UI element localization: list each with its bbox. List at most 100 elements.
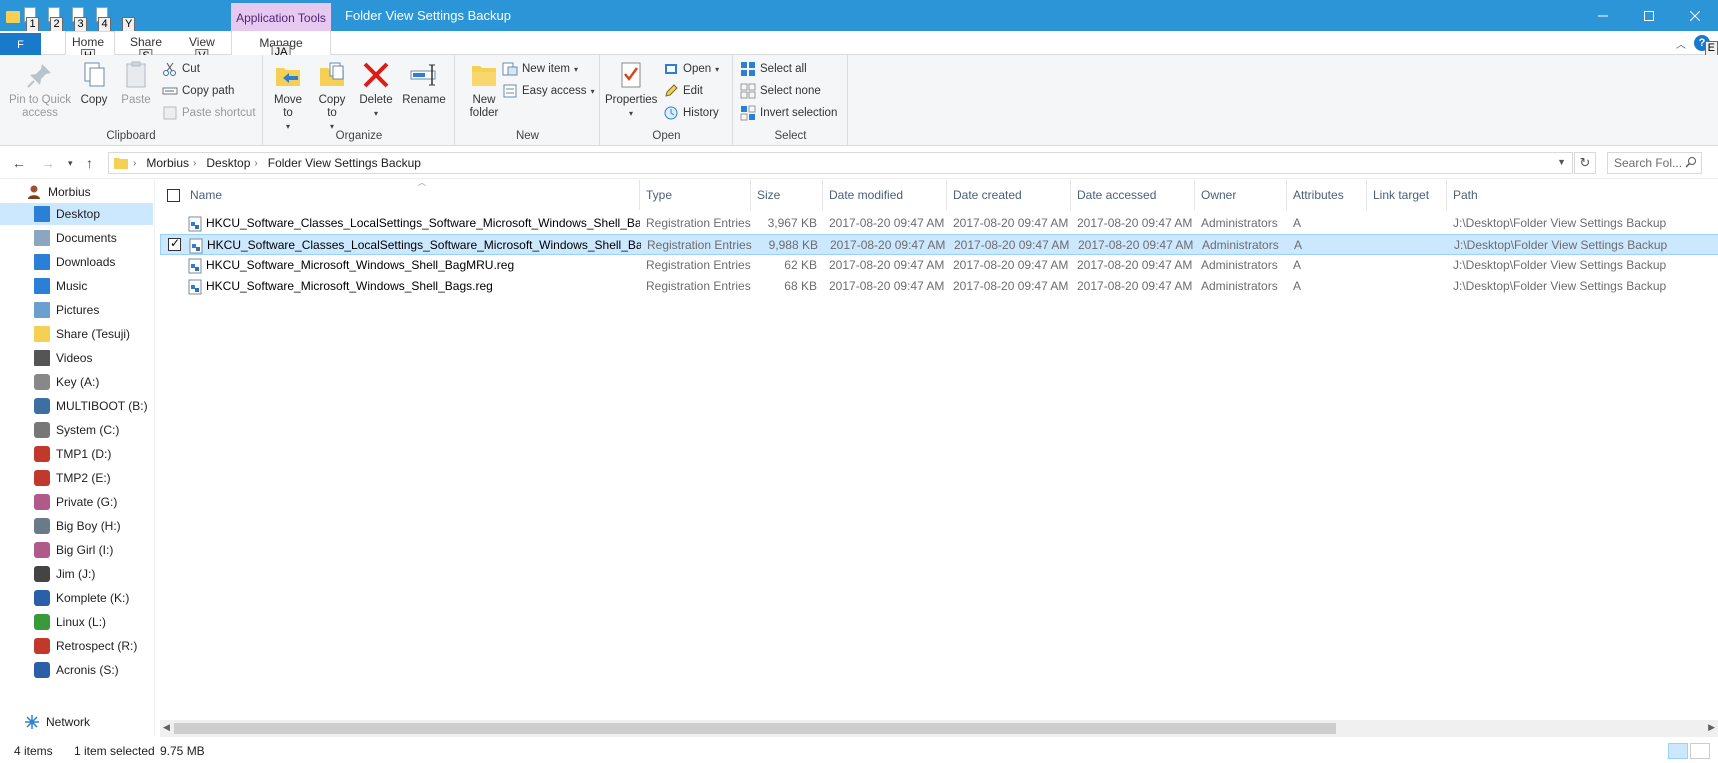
nav-item-videos[interactable]: Videos	[0, 347, 153, 369]
open-button[interactable]: Open ▾	[663, 59, 719, 79]
nav-item-multiboot-b[interactable]: MULTIBOOT (B:)	[0, 395, 153, 417]
up-arrow-icon[interactable]: ↑	[86, 155, 93, 171]
file-row[interactable]: HKCU_Software_Microsoft_Windows_Shell_Ba…	[160, 276, 1718, 297]
move-to-button[interactable]: Move to ▾	[270, 59, 306, 133]
nav-item-jim-j[interactable]: Jim (J:)	[0, 563, 153, 585]
nav-item-tmp2-e[interactable]: TMP2 (E:)	[0, 467, 153, 489]
column-header-date-modified[interactable]: Date modified	[823, 180, 947, 210]
column-header-link-target[interactable]: Link target	[1367, 180, 1447, 210]
redo-qat-icon[interactable]: 4	[96, 7, 112, 32]
copy-button[interactable]: Copy	[78, 59, 110, 107]
address-dropdown-icon[interactable]: ▼	[1557, 157, 1566, 167]
select-none-button[interactable]: Select none	[740, 81, 821, 101]
file-row[interactable]: HKCU_Software_Microsoft_Windows_Shell_Ba…	[160, 255, 1718, 276]
nav-item-morbius[interactable]: Morbius	[0, 181, 153, 203]
close-icon[interactable]	[1672, 0, 1718, 31]
scroll-left-arrow-icon[interactable]: ◀	[163, 722, 170, 733]
scroll-right-arrow-icon[interactable]: ▶	[1708, 722, 1715, 733]
copy-to-button[interactable]: Copy to ▾	[314, 59, 350, 133]
breadcrumb-desktop[interactable]: Desktop	[200, 156, 250, 170]
nav-item-system-c[interactable]: System (C:)	[0, 419, 153, 441]
minimize-icon[interactable]	[1580, 0, 1626, 31]
new-folder-qat-icon[interactable]: 2	[48, 7, 64, 32]
pin-to-quick-access-button[interactable]: Pin to Quick access	[6, 59, 74, 120]
column-header-date-accessed[interactable]: Date accessed	[1071, 180, 1195, 210]
paste-button[interactable]: Paste	[120, 59, 152, 107]
nav-item-label: Network	[46, 715, 91, 729]
keytip: 3	[74, 17, 87, 32]
properties-button[interactable]: Properties ▾	[605, 59, 657, 120]
nav-item-network[interactable]: Network	[0, 711, 153, 733]
column-header-type[interactable]: Type	[640, 180, 751, 210]
column-header-owner[interactable]: Owner	[1195, 180, 1287, 210]
new-item-button[interactable]: New item ▾	[502, 59, 578, 79]
nav-item-komplete-k[interactable]: Komplete (K:)	[0, 587, 153, 609]
breadcrumb-separator-icon[interactable]: ›	[129, 158, 140, 169]
nav-item-acronis-s[interactable]: Acronis (S:)	[0, 659, 153, 681]
details-view-icon[interactable]	[1668, 743, 1688, 759]
collapse-ribbon-icon[interactable]: ︿	[1676, 36, 1686, 51]
nav-item-downloads[interactable]: Downloads	[0, 251, 153, 273]
new-folder-button[interactable]: New folder	[464, 59, 504, 120]
select-all-checkbox[interactable]	[167, 189, 180, 202]
copy-path-button[interactable]: Copy path	[162, 81, 234, 101]
breadcrumb-separator-icon[interactable]: ›	[189, 158, 200, 169]
properties-qat-icon[interactable]: 1	[24, 7, 40, 32]
large-icons-view-icon[interactable]	[1690, 743, 1710, 759]
rename-button[interactable]: Rename	[402, 59, 446, 107]
recent-locations-chevron-icon[interactable]: ▾	[68, 158, 73, 169]
horizontal-scrollbar[interactable]: ◀ ▶	[160, 720, 1718, 737]
column-header-name[interactable]: Name	[184, 180, 640, 210]
column-header-attributes[interactable]: Attributes	[1287, 180, 1367, 210]
cut-button[interactable]: Cut	[162, 59, 200, 79]
nav-item-key-a[interactable]: Key (A:)	[0, 371, 153, 393]
breadcrumb-current-folder[interactable]: Folder View Settings Backup	[262, 156, 421, 170]
search-input[interactable]: Search Fol...	[1607, 152, 1702, 174]
history-button[interactable]: History	[663, 103, 719, 123]
file-row[interactable]: HKCU_Software_Classes_LocalSettings_Soft…	[160, 234, 1718, 255]
tab-share[interactable]: ShareS	[130, 35, 162, 64]
column-header-date-created[interactable]: Date created	[947, 180, 1071, 210]
nav-item-tmp1-d[interactable]: TMP1 (D:)	[0, 443, 153, 465]
tab-view[interactable]: ViewV	[189, 35, 215, 64]
easy-access-button[interactable]: Easy access ▾	[502, 81, 595, 101]
scrollbar-thumb[interactable]	[174, 723, 1336, 734]
nav-item-retrospect-r[interactable]: Retrospect (R:)	[0, 635, 153, 657]
invert-selection-button[interactable]: Invert selection	[740, 103, 837, 123]
undo-qat-icon[interactable]: 3	[72, 7, 88, 32]
row-checkbox[interactable]	[168, 236, 181, 251]
nav-item-music[interactable]: Music	[0, 275, 153, 297]
breadcrumb-morbius[interactable]: Morbius	[140, 156, 189, 170]
delete-button[interactable]: Delete ▾	[358, 59, 394, 120]
customize-qat-icon[interactable]: Y	[120, 7, 136, 32]
tab-home[interactable]: HomeH	[72, 35, 104, 64]
tab-file[interactable]: F	[0, 33, 41, 55]
back-arrow-icon[interactable]: ←	[12, 155, 26, 171]
address-bar[interactable]: › Morbius › Desktop › Folder View Settin…	[108, 152, 1573, 174]
file-row[interactable]: HKCU_Software_Classes_LocalSettings_Soft…	[160, 213, 1718, 234]
properties-icon	[621, 62, 641, 88]
folder-icon[interactable]	[6, 7, 22, 25]
nav-item-big-girl-i[interactable]: Big Girl (I:)	[0, 539, 153, 561]
select-all-button[interactable]: Select all	[740, 59, 807, 79]
nav-item-share-tesuji[interactable]: Share (Tesuji)	[0, 323, 153, 345]
breadcrumb-separator-icon[interactable]: ›	[250, 158, 261, 169]
pin-label: Pin to Quick access	[9, 94, 71, 119]
tab-manage[interactable]: Manage JA	[231, 31, 331, 60]
paste-shortcut-icon	[163, 106, 177, 120]
nav-item-documents[interactable]: Documents	[0, 227, 153, 249]
nav-item-linux-l[interactable]: Linux (L:)	[0, 611, 153, 633]
nav-item-pictures[interactable]: Pictures	[0, 299, 153, 321]
edit-button[interactable]: Edit	[663, 81, 703, 101]
maximize-icon[interactable]	[1626, 0, 1672, 31]
history-label: History	[683, 107, 719, 119]
forward-arrow-icon[interactable]: →	[41, 155, 55, 171]
paste-shortcut-button[interactable]: Paste shortcut	[162, 103, 256, 123]
refresh-icon[interactable]: ↻	[1574, 152, 1596, 174]
column-header-size[interactable]: Size	[751, 180, 823, 210]
column-header-path[interactable]: Path	[1447, 180, 1718, 210]
file-attributes-cell: A	[1293, 279, 1302, 293]
nav-item-private-g[interactable]: Private (G:)	[0, 491, 153, 513]
nav-item-big-boy-h[interactable]: Big Boy (H:)	[0, 515, 153, 537]
nav-item-desktop[interactable]: Desktop	[0, 203, 153, 225]
